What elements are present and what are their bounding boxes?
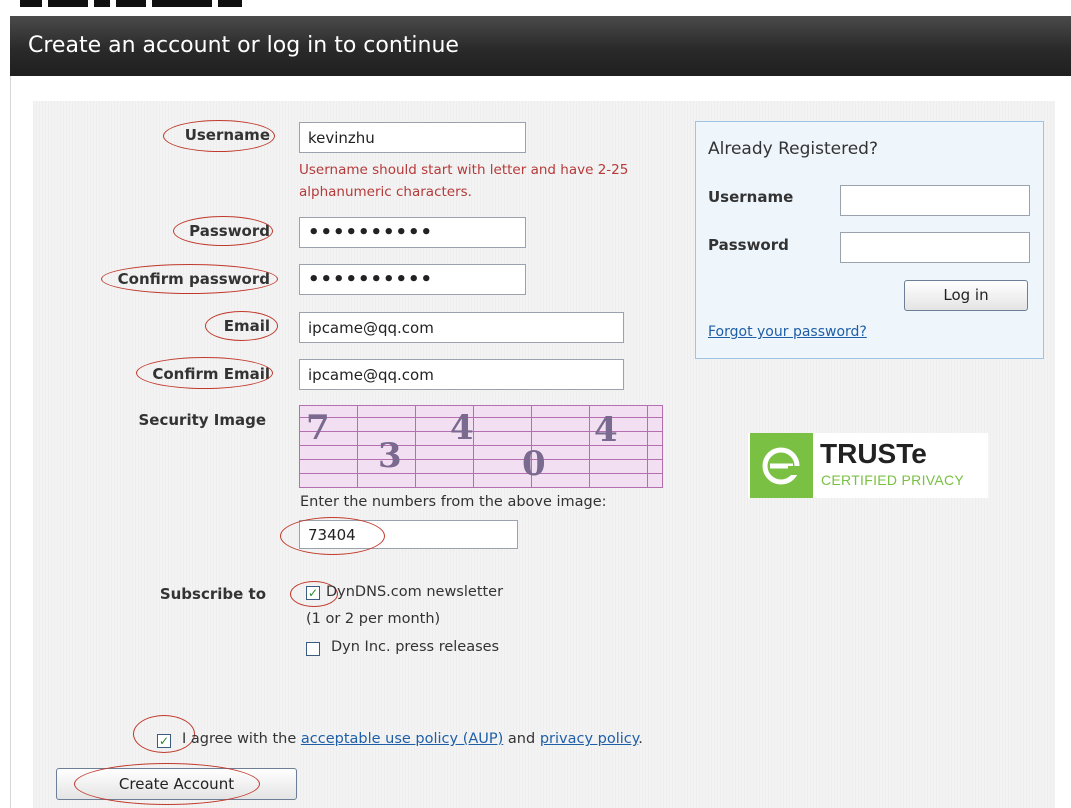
create-account-button[interactable]: Create Account [56,768,297,800]
subscribe-label: Subscribe to [159,585,266,603]
truste-seal[interactable]: TRUSTe CERTIFIED PRIVACY [748,433,988,498]
captcha-digit: 7 [306,408,330,448]
agree-checkbox[interactable]: ✓ [157,734,171,748]
confirm-email-label: Confirm Email [152,365,270,383]
cropped-header-text [0,0,1071,14]
confirm-password-input[interactable]: •••••••••• [299,264,526,295]
privacy-policy-link[interactable]: privacy policy [540,731,638,747]
username-input[interactable]: kevinzhu [299,122,526,153]
password-input[interactable]: •••••••••• [299,217,526,248]
email-input[interactable]: ipcame@qq.com [299,312,624,343]
newsletter-checkbox[interactable]: ✓ [306,586,320,600]
email-label: Email [223,317,270,335]
page-title: Create an account or log in to continue [10,16,1071,76]
check-icon: ✓ [158,734,170,748]
login-box: Already Registered? Username Password Lo… [695,121,1044,359]
newsletter-label: DynDNS.com newsletter [326,584,504,600]
truste-tagline: CERTIFIED PRIVACY [821,472,965,488]
captcha-digit: 3 [378,436,402,476]
captcha-digit: 0 [522,444,546,484]
security-image-label: Security Image [138,411,267,429]
confirm-password-label: Confirm password [117,270,270,288]
login-button[interactable]: Log in [904,280,1028,311]
captcha-image: 7 3 4 0 4 [299,405,663,488]
divider [10,76,11,808]
captcha-prompt: Enter the numbers from the above image: [300,494,607,510]
login-password-label: Password [708,236,789,254]
username-label: Username [184,126,270,144]
username-error: Username should start with letter and ha… [299,162,629,200]
agree-and: and [507,731,536,747]
login-username-input[interactable] [840,185,1030,216]
newsletter-note: (1 or 2 per month) [306,611,441,627]
confirm-email-input[interactable]: ipcame@qq.com [299,359,624,390]
press-releases-label: Dyn Inc. press releases [331,639,500,655]
password-label: Password [189,222,270,240]
login-heading: Already Registered? [708,139,878,159]
check-icon: ✓ [307,586,319,600]
captcha-digit: 4 [450,408,474,448]
truste-name: TRUSTe [820,438,927,469]
aup-link[interactable]: acceptable use policy (AUP) [301,731,503,747]
agree-prefix: I agree with the [182,731,297,747]
truste-logo [750,433,813,498]
agree-text: I agree with the acceptable use policy (… [182,731,643,747]
press-releases-checkbox[interactable] [306,642,320,656]
agree-suffix: . [638,731,643,747]
login-username-label: Username [708,188,794,206]
captcha-digit: 4 [594,410,618,450]
login-password-input[interactable] [840,232,1030,263]
forgot-password-link[interactable]: Forgot your password? [708,324,867,340]
captcha-input[interactable]: 73404 [299,520,518,549]
